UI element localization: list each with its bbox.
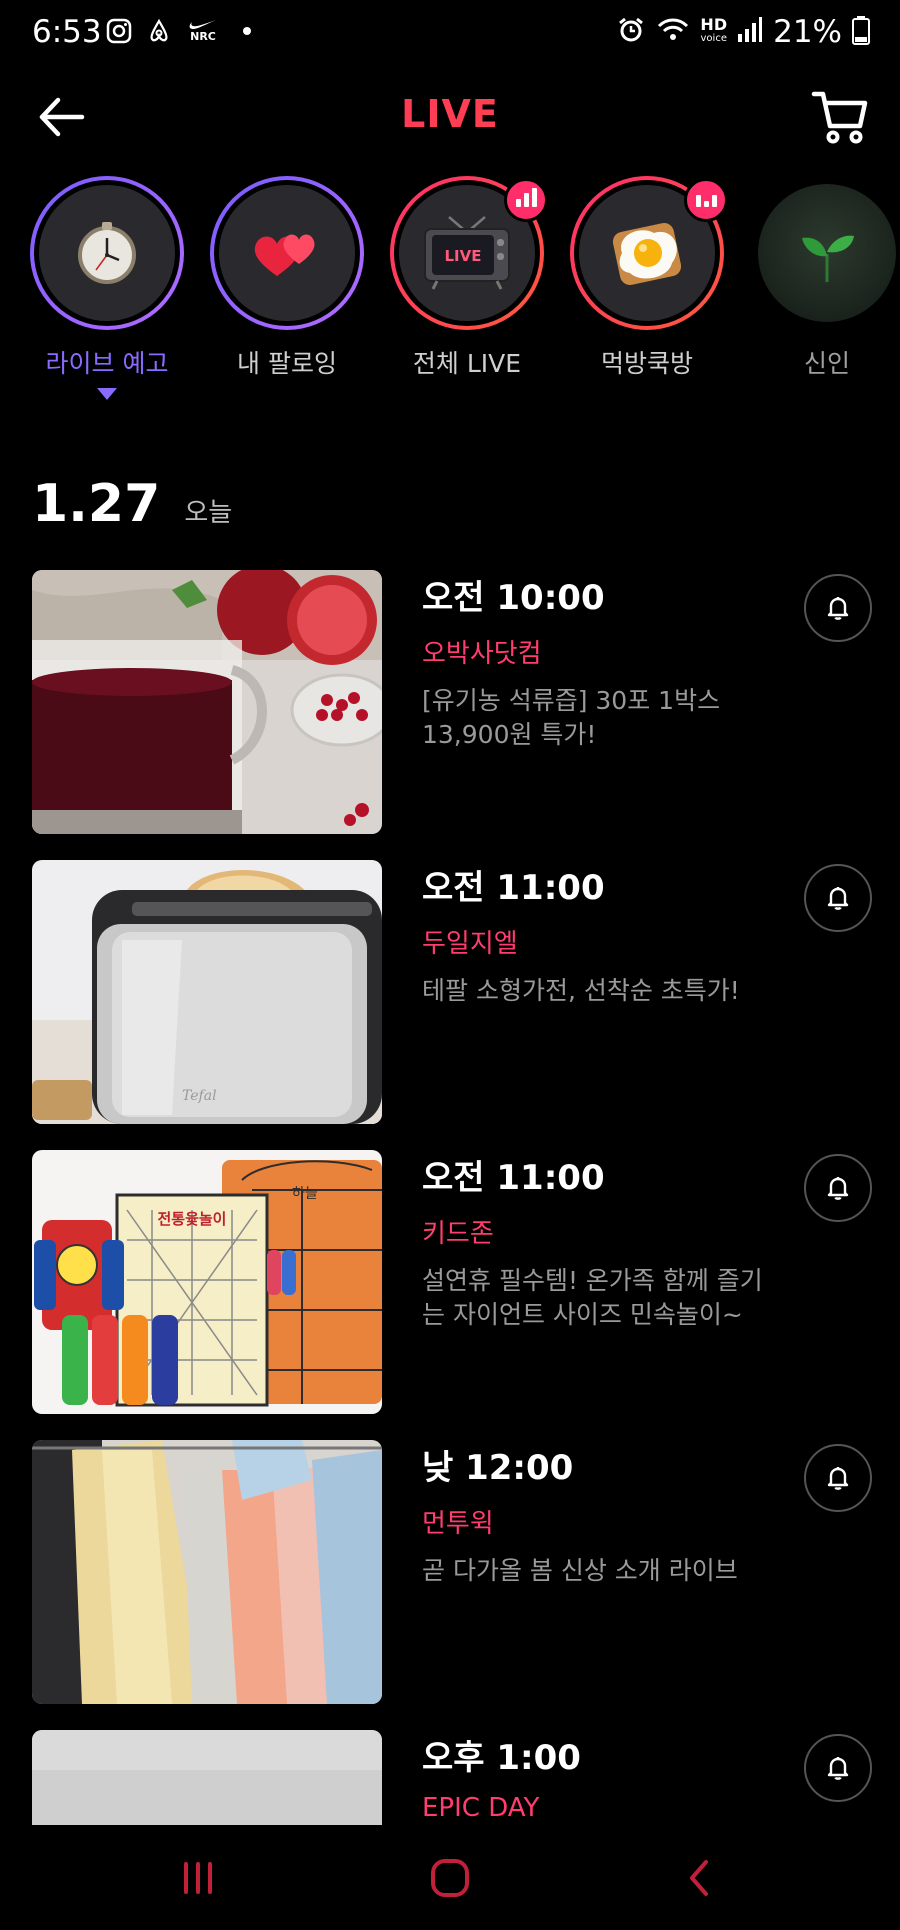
category-live-preview[interactable]: 라이브 예고 bbox=[22, 176, 192, 400]
voice-text: voice bbox=[700, 33, 727, 44]
nike-run-club-icon: NRC bbox=[186, 18, 220, 44]
seller-name[interactable]: EPIC DAY bbox=[422, 1793, 782, 1823]
schedule-item[interactable]: 낮 12:00 먼투윅 곧 다가올 봄 신상 소개 라이브 bbox=[32, 1440, 872, 1704]
hd-text: HD bbox=[700, 15, 728, 34]
status-bar: 6:53 NRC HD voice 21% bbox=[0, 0, 900, 72]
broadcast-time: 낮 12:00 bbox=[422, 1448, 574, 1488]
seller-name[interactable]: 키드존 bbox=[422, 1213, 782, 1250]
tefal-brand-text: Tefal bbox=[182, 1088, 217, 1104]
page-title: LIVE bbox=[0, 92, 900, 136]
bell-icon bbox=[827, 597, 849, 620]
bell-icon bbox=[827, 1177, 849, 1200]
sprout-icon bbox=[758, 184, 896, 322]
bell-icon bbox=[827, 887, 849, 910]
back-icon bbox=[690, 1860, 708, 1896]
home-icon bbox=[431, 1859, 469, 1897]
sky-text: 하늘 bbox=[292, 1186, 318, 1202]
dot-icon bbox=[234, 18, 260, 44]
airbnb-icon bbox=[146, 18, 172, 44]
date-label: 오늘 bbox=[184, 498, 233, 528]
instagram-icon bbox=[106, 18, 132, 44]
broadcast-time: 오전 10:00 bbox=[422, 578, 605, 618]
battery-percent: 21% bbox=[773, 14, 842, 50]
hd-voice-icon: HD voice bbox=[700, 15, 728, 46]
tv-live-text: LIVE bbox=[445, 247, 482, 265]
broadcast-description: 설연휴 필수템! 온가족 함께 즐기는 자이언트 사이즈 민속놀이~ bbox=[422, 1266, 763, 1329]
thumbnail-folk-games[interactable]: 하늘 전통윷놀이 bbox=[32, 1150, 382, 1414]
recent-apps-icon bbox=[184, 1862, 212, 1894]
schedule-item[interactable]: 하늘 전통윷놀이 오전 11:00 키드존 설연휴 필수템! 온가족 함께 즐기 bbox=[32, 1150, 872, 1414]
seller-name[interactable]: 먼투윅 bbox=[422, 1503, 782, 1540]
broadcast-description: 테팔 소형가전, 선착순 초특가! bbox=[422, 976, 740, 1005]
category-label: 전체 LIVE bbox=[412, 349, 522, 378]
nrc-text: NRC bbox=[190, 30, 216, 43]
schedule-item[interactable]: 오전 10:00 오박사닷컴 [유기농 석류즙] 30포 1박스 13,900원… bbox=[32, 570, 872, 834]
category-my-following[interactable]: 내 팔로잉 bbox=[202, 176, 372, 380]
cart-icon bbox=[811, 91, 868, 144]
nav-back-button[interactable] bbox=[670, 1853, 730, 1903]
date-day: 1.27 bbox=[32, 474, 161, 534]
category-label: 라이브 예고 bbox=[45, 349, 169, 378]
seller-name[interactable]: 두일지엘 bbox=[422, 923, 782, 960]
notify-button[interactable] bbox=[804, 1734, 872, 1802]
schedule-info: 낮 12:00 먼투윅 곧 다가올 봄 신상 소개 라이브 bbox=[422, 1440, 782, 1588]
broadcast-time: 오전 11:00 bbox=[422, 868, 605, 908]
category-label: 신인 bbox=[803, 349, 850, 378]
recent-apps-button[interactable] bbox=[168, 1853, 228, 1903]
system-nav-bar bbox=[0, 1825, 900, 1930]
category-mukbang[interactable]: 먹방쿡방 bbox=[562, 176, 732, 380]
cart-button[interactable] bbox=[810, 86, 870, 146]
schedule-info: 오후 1:00 EPIC DAY bbox=[422, 1730, 782, 1823]
broadcast-description: [유기농 석류즙] 30포 1박스 13,900원 특가! bbox=[422, 686, 721, 749]
status-left-icons: NRC bbox=[106, 18, 260, 44]
schedule-info: 오전 10:00 오박사닷컴 [유기농 석류즙] 30포 1박스 13,900원… bbox=[422, 570, 782, 752]
category-scroller[interactable]: 라이브 예고 내 팔로잉 LIVE 전체 LIVE 먹방쿡방 신인 bbox=[0, 176, 900, 416]
status-time: 6:53 bbox=[32, 14, 102, 50]
category-all-live[interactable]: LIVE 전체 LIVE bbox=[382, 176, 552, 380]
home-button[interactable] bbox=[420, 1853, 480, 1903]
notify-button[interactable] bbox=[804, 574, 872, 642]
schedule-item[interactable]: 오후 1:00 EPIC DAY bbox=[32, 1730, 872, 1825]
seller-name[interactable]: 오박사닷컴 bbox=[422, 633, 782, 670]
bell-icon bbox=[827, 1757, 849, 1780]
header: LIVE bbox=[0, 72, 900, 162]
battery-icon bbox=[852, 15, 870, 49]
alarm-icon bbox=[616, 15, 646, 49]
schedule-list: 오전 10:00 오박사닷컴 [유기농 석류즙] 30포 1박스 13,900원… bbox=[0, 570, 900, 1825]
signal-icon bbox=[737, 16, 763, 48]
notify-button[interactable] bbox=[804, 1154, 872, 1222]
thumbnail-pomegranate-juice[interactable] bbox=[32, 570, 382, 834]
broadcast-time: 오후 1:00 bbox=[422, 1738, 581, 1778]
thumbnail-gray-cloth[interactable] bbox=[32, 1730, 382, 1825]
schedule-info: 오전 11:00 키드존 설연휴 필수템! 온가족 함께 즐기는 자이언트 사이… bbox=[422, 1150, 782, 1332]
board-title-text: 전통윷놀이 bbox=[157, 1210, 226, 1228]
clock-icon bbox=[39, 185, 175, 321]
broadcast-time: 오전 11:00 bbox=[422, 1158, 605, 1198]
live-badge-icon bbox=[684, 178, 728, 222]
category-ring bbox=[210, 176, 364, 330]
active-caret-icon bbox=[97, 388, 117, 400]
status-right-icons: HD voice 21% bbox=[616, 14, 870, 50]
category-ring bbox=[30, 176, 184, 330]
schedule-item[interactable]: Tefal 오전 11:00 두일지엘 테팔 소형가전, 선착순 초특가! bbox=[32, 860, 872, 1124]
category-newcomer[interactable]: 신인 bbox=[742, 176, 900, 380]
broadcast-description: 곧 다가올 봄 신상 소개 라이브 bbox=[422, 1556, 738, 1585]
live-badge-icon bbox=[504, 178, 548, 222]
category-label: 먹방쿡방 bbox=[600, 349, 693, 378]
thumbnail-toaster[interactable]: Tefal bbox=[32, 860, 382, 1124]
schedule-info: 오전 11:00 두일지엘 테팔 소형가전, 선착순 초특가! bbox=[422, 860, 782, 1008]
notify-button[interactable] bbox=[804, 864, 872, 932]
wifi-icon bbox=[656, 15, 690, 49]
hearts-icon bbox=[219, 185, 355, 321]
bell-icon bbox=[827, 1467, 849, 1490]
date-header: 1.27 오늘 bbox=[32, 474, 232, 534]
thumbnail-clothes-rack[interactable] bbox=[32, 1440, 382, 1704]
category-label: 내 팔로잉 bbox=[237, 349, 337, 378]
notify-button[interactable] bbox=[804, 1444, 872, 1512]
category-ring bbox=[750, 176, 900, 330]
